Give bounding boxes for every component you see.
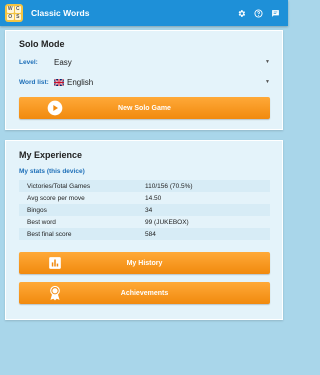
play-icon bbox=[47, 100, 63, 116]
stat-value: 99 (JUKEBOX) bbox=[145, 218, 189, 226]
experience-title: My Experience bbox=[19, 150, 83, 160]
wordlist-select[interactable]: English ▼ bbox=[54, 76, 270, 88]
level-label: Level: bbox=[19, 59, 38, 66]
app-bar: W C O S Classic Words bbox=[0, 0, 288, 26]
stat-label: Avg score per move bbox=[27, 194, 85, 202]
logo-tile: O bbox=[7, 13, 14, 20]
stat-label: Victories/Total Games bbox=[27, 182, 91, 190]
stat-row: Best final score 584 bbox=[19, 228, 270, 240]
new-solo-game-button[interactable]: New Solo Game bbox=[19, 97, 270, 119]
achievements-label: Achievements bbox=[120, 289, 169, 297]
stat-label: Best word bbox=[27, 218, 56, 226]
new-solo-game-label: New Solo Game bbox=[118, 104, 171, 112]
chat-icon[interactable] bbox=[268, 6, 282, 20]
stat-value: 584 bbox=[145, 230, 156, 238]
stats-subtitle: My stats (this device) bbox=[19, 168, 85, 175]
logo-tile: C bbox=[14, 6, 21, 13]
uk-flag-icon bbox=[54, 78, 64, 86]
settings-icon[interactable] bbox=[234, 6, 248, 20]
logo-tile: W bbox=[7, 6, 14, 13]
stat-row: Best word 99 (JUKEBOX) bbox=[19, 216, 270, 228]
award-ribbon-icon bbox=[47, 285, 63, 301]
stat-value: 110/156 (70.5%) bbox=[145, 182, 193, 190]
stat-value: 14.50 bbox=[145, 194, 162, 202]
app-title: Classic Words bbox=[31, 8, 90, 18]
dropdown-caret-icon: ▼ bbox=[265, 59, 270, 65]
stat-row: Victories/Total Games 110/156 (70.5%) bbox=[19, 180, 270, 192]
stats-table: Victories/Total Games 110/156 (70.5%) Av… bbox=[19, 180, 270, 240]
solo-mode-title: Solo Mode bbox=[19, 39, 65, 49]
level-select[interactable]: Easy ▼ bbox=[54, 56, 270, 68]
stat-label: Best final score bbox=[27, 230, 72, 238]
achievements-button[interactable]: Achievements bbox=[19, 282, 270, 304]
stat-label: Bingos bbox=[27, 206, 47, 214]
experience-card: My Experience My stats (this device) Vic… bbox=[5, 140, 283, 320]
stat-row: Bingos 34 bbox=[19, 204, 270, 216]
wordlist-label: Word list: bbox=[19, 79, 49, 86]
stat-row: Avg score per move 14.50 bbox=[19, 192, 270, 204]
bar-chart-icon bbox=[47, 255, 63, 271]
wordlist-value: English bbox=[67, 77, 94, 87]
stat-value: 34 bbox=[145, 206, 153, 214]
logo-tile: S bbox=[14, 13, 21, 20]
app-logo: W C O S bbox=[5, 4, 23, 22]
my-history-label: My History bbox=[126, 259, 163, 267]
my-history-button[interactable]: My History bbox=[19, 252, 270, 274]
level-value: Easy bbox=[54, 57, 72, 67]
solo-mode-card: Solo Mode Level: Easy ▼ Word list: Engli… bbox=[5, 30, 283, 130]
dropdown-caret-icon: ▼ bbox=[265, 79, 270, 85]
help-icon[interactable] bbox=[251, 6, 265, 20]
